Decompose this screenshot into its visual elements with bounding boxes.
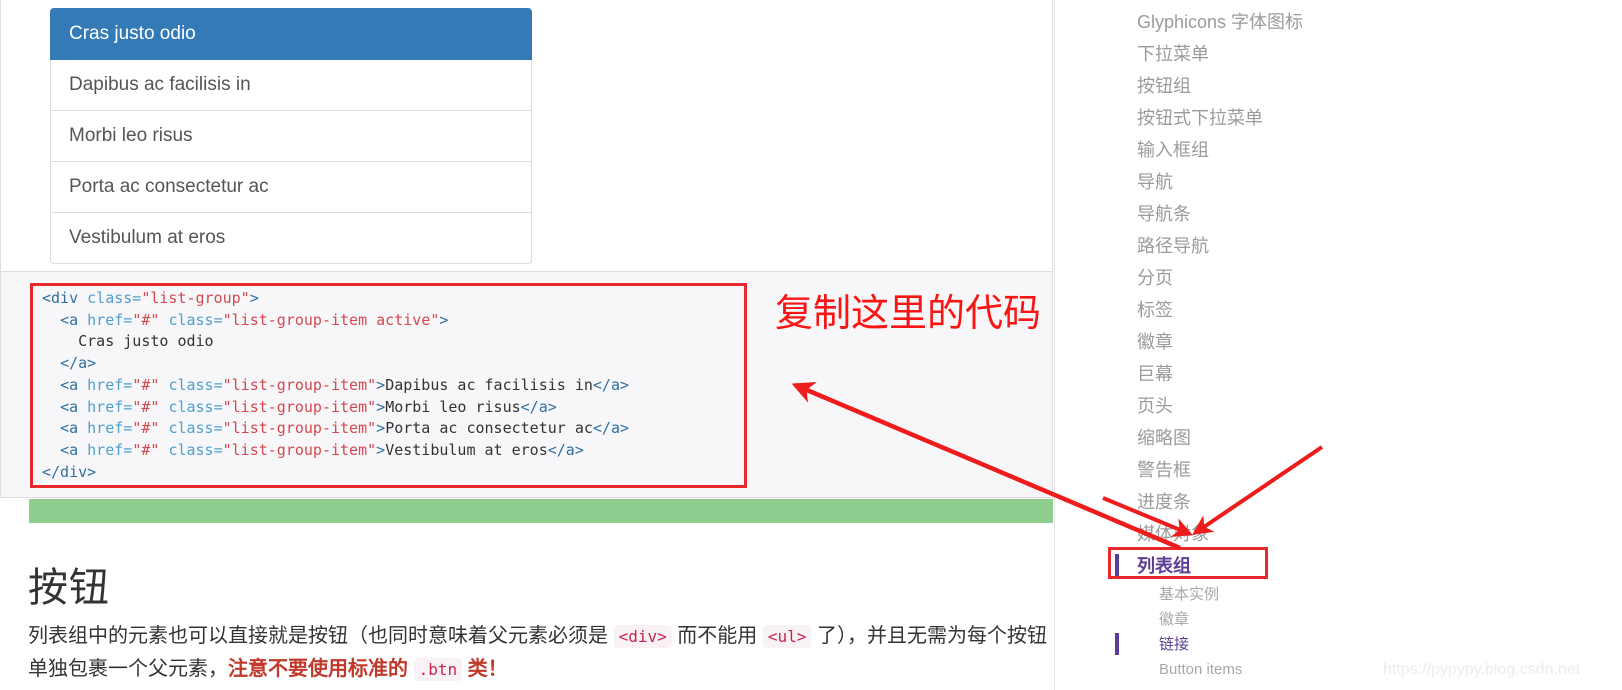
list-group-item[interactable]: Dapibus ac facilisis in (50, 60, 532, 111)
toc-item-pagination[interactable]: 分页 (1137, 262, 1597, 294)
inline-code-div: <div> (613, 625, 672, 648)
annotation-note: 复制这里的代码 (775, 293, 1042, 335)
list-group-item[interactable]: Morbi leo risus (50, 111, 532, 162)
toc-subitem-badge[interactable]: 徽章 (1137, 607, 1597, 632)
list-group-item-active[interactable]: Cras justo odio (50, 8, 532, 60)
paragraph-text-2: 而不能用 (671, 625, 763, 647)
toc-item-progress-bar[interactable]: 进度条 (1137, 486, 1597, 518)
toc-item-label[interactable]: 标签 (1137, 294, 1597, 326)
toc-item-input-group[interactable]: 输入框组 (1137, 134, 1597, 166)
toc-item-button-group[interactable]: 按钮组 (1137, 70, 1597, 102)
toc-item-thumbnail[interactable]: 缩略图 (1137, 422, 1597, 454)
toc-subitem-links[interactable]: 链接 (1115, 632, 1597, 657)
toc-item-alert[interactable]: 警告框 (1137, 454, 1597, 486)
inline-code-ul: <ul> (762, 625, 812, 648)
toc-item-glyphicons[interactable]: Glyphicons 字体图标 (1137, 6, 1597, 38)
section-heading: 按钮 (28, 566, 110, 610)
page-root: Cras justo odio Dapibus ac facilisis in … (0, 0, 1622, 690)
toc-item-page-header[interactable]: 页头 (1137, 390, 1597, 422)
list-group-demo-panel: Cras justo odio Dapibus ac facilisis in … (0, 0, 1053, 272)
toc-item-media-object[interactable]: 媒体对象 (1137, 518, 1597, 550)
toc-item-breadcrumb[interactable]: 路径导航 (1137, 230, 1597, 262)
toc-item-badge[interactable]: 徽章 (1137, 326, 1597, 358)
toc-list: Glyphicons 字体图标 下拉菜单 按钮组 按钮式下拉菜单 输入框组 导航… (1115, 6, 1597, 682)
toc-item-dropdown[interactable]: 下拉菜单 (1137, 38, 1597, 70)
toc-item-navbar[interactable]: 导航条 (1137, 198, 1597, 230)
section-paragraph: 列表组中的元素也可以直接就是按钮（也同时意味着父元素必须是 <div> 而不能用… (28, 620, 1058, 686)
list-group: Cras justo odio Dapibus ac facilisis in … (50, 8, 532, 264)
inline-code-btn: .btn (413, 658, 463, 681)
toc-item-nav[interactable]: 导航 (1137, 166, 1597, 198)
code-sample[interactable]: <div class="list-group"> <a href="#" cla… (42, 288, 629, 483)
toc-item-jumbotron[interactable]: 巨幕 (1137, 358, 1597, 390)
paragraph-text-1: 列表组中的元素也可以直接就是按钮（也同时意味着父元素必须是 (28, 625, 614, 647)
paragraph-warning-tail: 类！ (467, 658, 508, 680)
green-divider-bar (29, 499, 1053, 523)
table-of-contents-sidebar: Glyphicons 字体图标 下拉菜单 按钮组 按钮式下拉菜单 输入框组 导航… (1054, 0, 1622, 690)
list-group-item[interactable]: Vestibulum at eros (50, 213, 532, 264)
toc-subitem-basic-example[interactable]: 基本实例 (1137, 582, 1597, 607)
watermark: https://pypypy.blog.csdn.net (1383, 661, 1581, 678)
toc-item-button-dropdown[interactable]: 按钮式下拉菜单 (1137, 102, 1597, 134)
paragraph-warning: 注意不要使用标准的 (228, 658, 408, 680)
list-group-item[interactable]: Porta ac consectetur ac (50, 162, 532, 213)
toc-item-list-group[interactable]: 列表组 (1115, 550, 1597, 582)
